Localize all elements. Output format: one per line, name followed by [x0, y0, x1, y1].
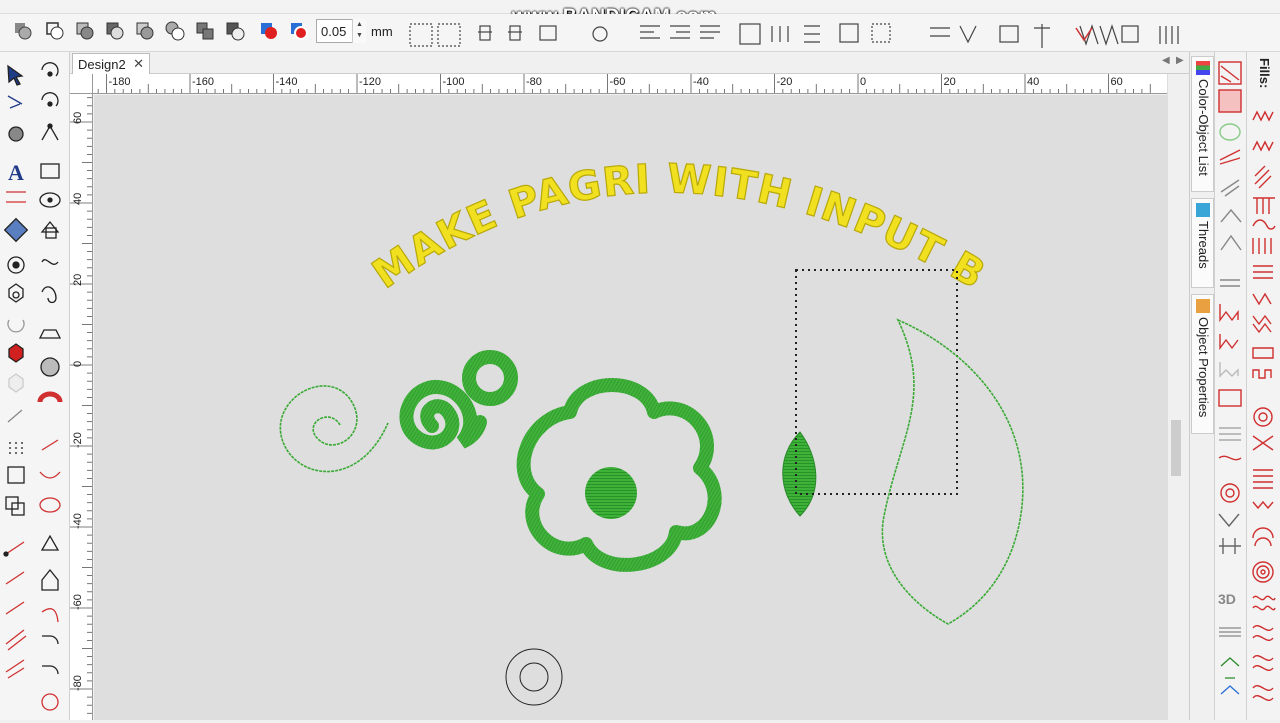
left-toolbox: A: [0, 52, 70, 720]
toolbox-icons[interactable]: A: [0, 52, 70, 720]
ruler-label: -80: [72, 675, 84, 691]
ruler-label: 0: [72, 361, 84, 367]
fill-type-icons[interactable]: [1247, 52, 1280, 720]
scrollbar-thumb[interactable]: [1171, 420, 1181, 476]
stitch-effect-icons[interactable]: 3D: [1215, 52, 1247, 720]
arc-text: MAKE PAGRI WITH INPUT B: [365, 156, 994, 299]
tab-label: Design2: [78, 57, 126, 72]
shape-subtract-icon[interactable]: [104, 20, 126, 42]
shape-intersect-icon[interactable]: [134, 20, 156, 42]
vertical-ruler: 60 40 20 0 -20 -40 -60 -80: [70, 94, 93, 720]
alignment-toolbar: [400, 14, 1280, 52]
ruler-label: -60: [72, 594, 84, 610]
shape-tool-icon[interactable]: [12, 20, 34, 42]
ruler-corner: [70, 74, 93, 94]
leaf-large-outline: [881, 318, 1024, 625]
tab-color-object-list[interactable]: Color-Object List: [1191, 56, 1214, 192]
ruler-label: -80: [526, 76, 542, 88]
design-artwork[interactable]: MAKE PAGRI WITH INPUT B: [94, 95, 1167, 720]
shape-combine-icon[interactable]: [74, 20, 96, 42]
ruler-label: -120: [359, 76, 381, 88]
ruler-label: -20: [72, 432, 84, 448]
ruler-label: 60: [72, 112, 84, 124]
ruler-label: -160: [192, 76, 214, 88]
ruler-label: 0: [860, 76, 866, 88]
unit-label: mm: [371, 24, 393, 39]
horizontal-ruler: -180 -160 -140 -120 -100 -80 -60 -40 -20 0 20 40 60: [93, 74, 1168, 94]
svg-text:A: A: [8, 160, 24, 185]
shape-weld-icon[interactable]: [194, 20, 216, 42]
document-tab-bar: Design2 ✕ ◀ ▶: [70, 52, 1190, 74]
ruler-label: -60: [610, 76, 626, 88]
tab-design2[interactable]: Design2 ✕: [72, 53, 150, 74]
scroll-left-icon[interactable]: ◀: [1162, 55, 1170, 66]
tab-object-properties[interactable]: Object Properties: [1191, 294, 1214, 434]
flower-center: [585, 467, 637, 519]
three-d-icon: 3D: [1218, 591, 1236, 607]
ring-satin: [462, 350, 518, 406]
fill-color-icon[interactable]: [258, 20, 280, 42]
ruler-label: 40: [1027, 76, 1039, 88]
ruler-label: 40: [72, 193, 84, 205]
shape-trim-icon[interactable]: [224, 20, 246, 42]
stitch-effects-panel: 3D: [1214, 52, 1246, 720]
design-canvas[interactable]: MAKE PAGRI WITH INPUT B: [94, 95, 1167, 720]
close-icon[interactable]: ✕: [133, 56, 144, 72]
ruler-label: 60: [1111, 76, 1123, 88]
fills-label: Fills:: [1257, 58, 1272, 89]
ruler-label: 20: [944, 76, 956, 88]
leaf-small: [782, 431, 817, 517]
spiral-outline: [279, 385, 389, 473]
scroll-right-icon[interactable]: ▶: [1176, 55, 1184, 66]
vertical-scrollbar[interactable]: [1167, 74, 1183, 720]
outline-color-icon[interactable]: [288, 20, 310, 42]
ruler-label: -40: [693, 76, 709, 88]
stitch-spacing-spinner[interactable]: ▲ ▼: [352, 19, 366, 43]
tab-threads[interactable]: Threads: [1191, 198, 1214, 288]
shape-outline-icon[interactable]: [44, 20, 66, 42]
properties-icon: [1196, 299, 1210, 313]
ruler-label: -20: [777, 76, 793, 88]
shape-exclude-icon[interactable]: [164, 20, 186, 42]
color-list-icon: [1196, 61, 1210, 75]
ruler-label: -180: [109, 76, 131, 88]
origin-marker: [505, 648, 563, 706]
ruler-label: -100: [443, 76, 465, 88]
alignment-toolbar-icons[interactable]: [400, 14, 1280, 52]
threads-icon: [1196, 203, 1210, 217]
docker-tabs: Color-Object List Threads Object Propert…: [1189, 52, 1214, 720]
selection-box: [795, 269, 958, 495]
ruler-label: 20: [72, 274, 84, 286]
ruler-label: -140: [276, 76, 298, 88]
fills-panel: Fills:: [1246, 52, 1280, 720]
ruler-label: -40: [72, 513, 84, 529]
